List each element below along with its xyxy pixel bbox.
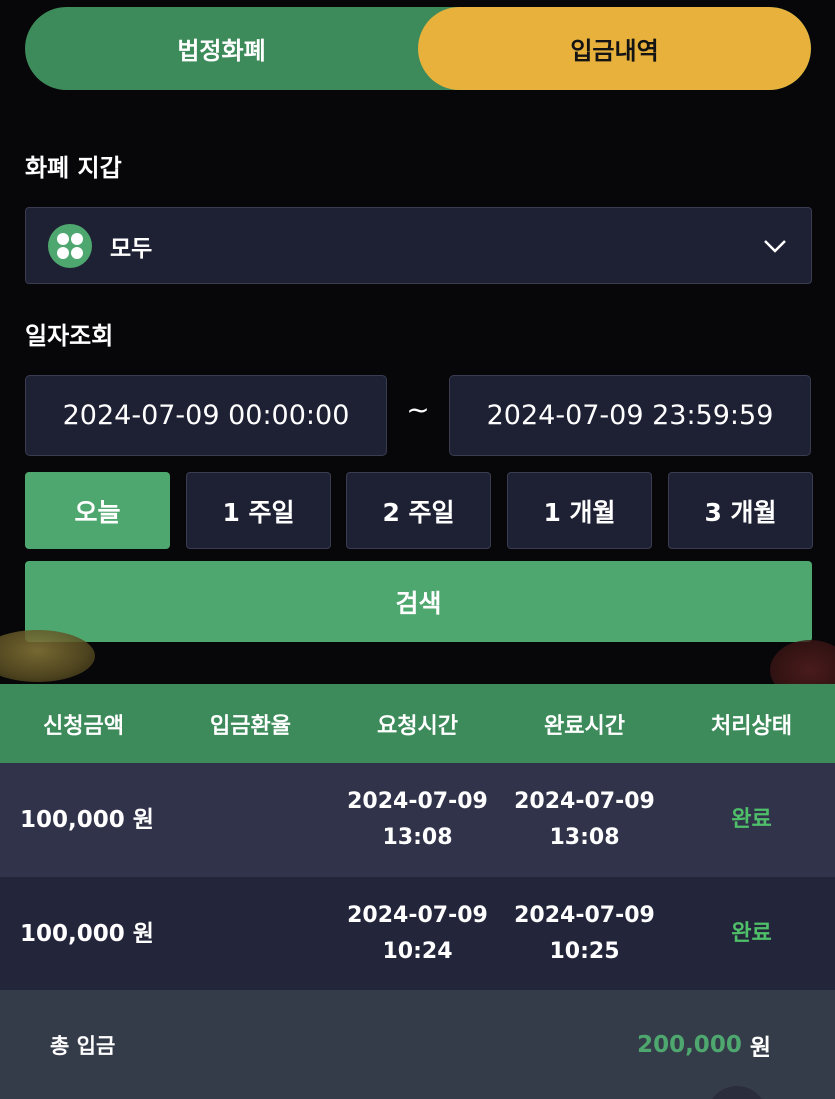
tab-bar: 법정화폐 입금내역 bbox=[25, 7, 811, 90]
date-label: 일자조회 bbox=[25, 322, 114, 350]
total-row: 총 입금 200,000 원 bbox=[0, 990, 835, 1099]
wallet-label: 화폐 지갑 bbox=[25, 154, 122, 182]
wallet-select[interactable]: 모두 bbox=[25, 207, 812, 284]
row-status: 완료 bbox=[731, 807, 772, 832]
total-value: 200,000 bbox=[637, 1031, 742, 1058]
chevron-down-icon bbox=[764, 239, 786, 253]
period-2week-button[interactable]: 2 주일 bbox=[346, 472, 491, 549]
header-rate: 입금환율 bbox=[210, 713, 291, 739]
complete-date: 2024-07-09 bbox=[514, 903, 655, 928]
period-today-button[interactable]: 오늘 bbox=[25, 472, 170, 549]
row-request-time: 2024-07-09 10:24 bbox=[334, 898, 501, 970]
period-1week-button[interactable]: 1 주일 bbox=[186, 472, 331, 549]
row-complete-time: 2024-07-09 10:25 bbox=[501, 898, 668, 970]
request-date: 2024-07-09 bbox=[347, 903, 488, 928]
search-button[interactable]: 검색 bbox=[25, 561, 812, 642]
row-amount: 100,000 원 bbox=[20, 807, 154, 833]
row-status: 완료 bbox=[731, 921, 772, 946]
header-amount: 신청금액 bbox=[43, 713, 124, 739]
date-to-input[interactable]: 2024-07-09 23:59:59 bbox=[449, 375, 811, 456]
table-row: 100,000 원 2024-07-09 13:08 2024-07-09 13… bbox=[0, 763, 835, 877]
period-1month-button[interactable]: 1 개월 bbox=[507, 472, 652, 549]
header-complete-time: 완료시간 bbox=[544, 713, 625, 739]
row-amount: 100,000 원 bbox=[20, 921, 154, 947]
wallet-select-value: 모두 bbox=[110, 235, 153, 262]
request-clock: 13:08 bbox=[382, 825, 453, 850]
date-from-input[interactable]: 2024-07-09 00:00:00 bbox=[25, 375, 387, 456]
row-request-time: 2024-07-09 13:08 bbox=[334, 784, 501, 856]
tab-deposit-history[interactable]: 입금내역 bbox=[418, 7, 811, 90]
total-unit: 원 bbox=[749, 1034, 771, 1061]
tab-fiat[interactable]: 법정화폐 bbox=[25, 7, 418, 90]
header-status: 처리상태 bbox=[711, 713, 792, 739]
period-3month-button[interactable]: 3 개월 bbox=[668, 472, 813, 549]
table-row: 100,000 원 2024-07-09 10:24 2024-07-09 10… bbox=[0, 877, 835, 991]
request-clock: 10:24 bbox=[382, 939, 453, 964]
row-complete-time: 2024-07-09 13:08 bbox=[501, 784, 668, 856]
complete-date: 2024-07-09 bbox=[514, 789, 655, 814]
total-label: 총 입금 bbox=[50, 1033, 116, 1058]
date-separator: ~ bbox=[406, 393, 430, 426]
table-header: 신청금액 입금환율 요청시간 완료시간 처리상태 bbox=[0, 684, 835, 763]
complete-clock: 13:08 bbox=[549, 825, 620, 850]
request-date: 2024-07-09 bbox=[347, 789, 488, 814]
grid-icon bbox=[48, 223, 92, 268]
complete-clock: 10:25 bbox=[549, 939, 620, 964]
header-request-time: 요청시간 bbox=[377, 713, 458, 739]
